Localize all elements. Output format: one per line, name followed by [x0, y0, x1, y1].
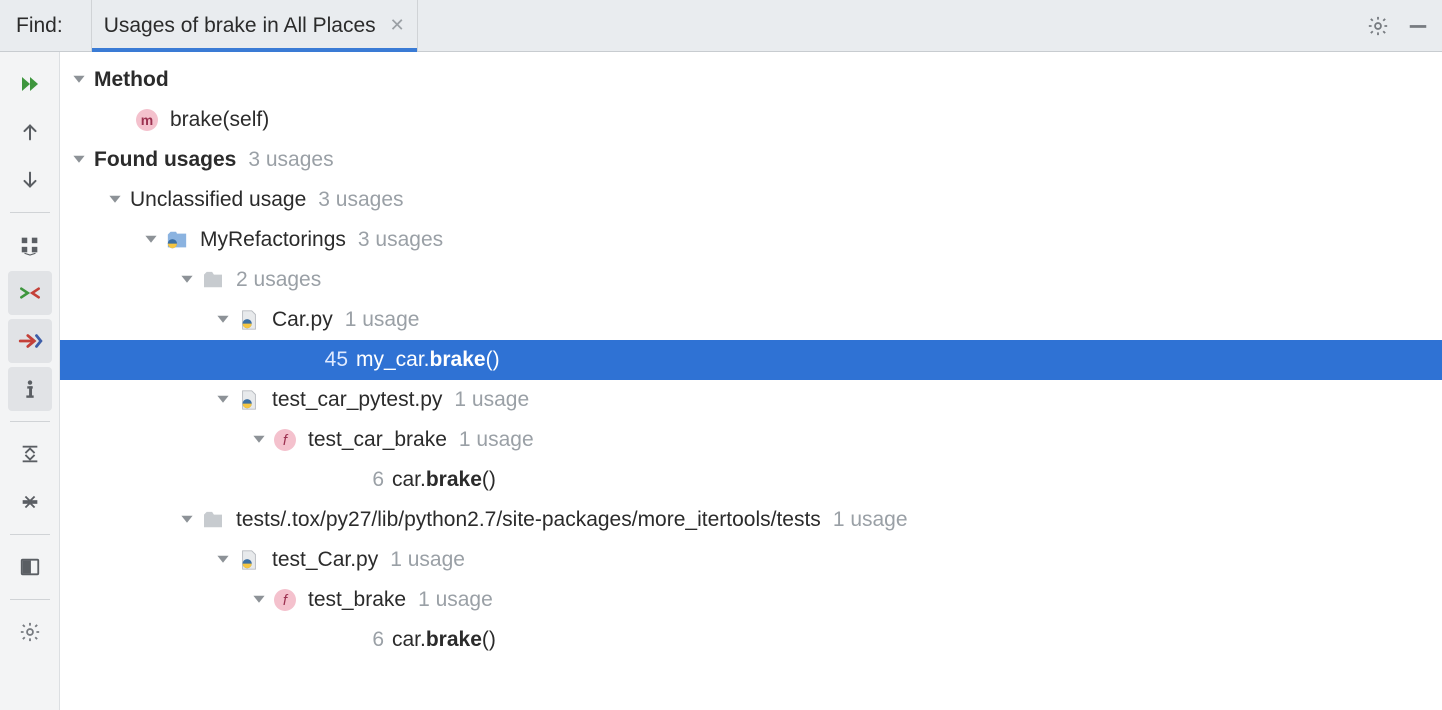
code-post: (): [482, 468, 496, 491]
close-icon[interactable]: ✕: [390, 15, 405, 36]
info-button[interactable]: [8, 367, 52, 411]
code-match: brake: [426, 468, 482, 491]
tree-node-usage[interactable]: 6 car.brake(): [60, 460, 1442, 500]
group-by-button[interactable]: [8, 223, 52, 267]
function-icon: f: [274, 589, 296, 611]
line-number: 45: [308, 348, 348, 372]
find-label: Find:: [16, 14, 63, 38]
collapse-all-button[interactable]: [8, 480, 52, 524]
prev-occurrence-button[interactable]: [8, 110, 52, 154]
usage-count: 1 usage: [833, 508, 908, 532]
node-label: Car.py: [272, 308, 333, 332]
chevron-down-icon[interactable]: [178, 271, 196, 289]
next-occurrence-button[interactable]: [8, 158, 52, 202]
usage-count: 1 usage: [418, 588, 493, 612]
section-heading: Method: [94, 68, 169, 92]
code-snippet: my_car.brake(): [356, 348, 500, 372]
code-match: brake: [426, 628, 482, 651]
node-label: tests/.tox/py27/lib/python2.7/site-packa…: [236, 508, 821, 532]
chevron-down-icon[interactable]: [70, 151, 88, 169]
tree-section-found-usages[interactable]: Found usages 3 usages: [60, 140, 1442, 180]
folder-icon: [202, 509, 224, 531]
usage-count: 3 usages: [248, 148, 333, 172]
tree-node-method[interactable]: m brake(self): [60, 100, 1442, 140]
usage-count: 2 usages: [236, 268, 321, 292]
code-pre: my_car.: [356, 348, 430, 371]
code-pre: car.: [392, 468, 426, 491]
python-file-icon: [238, 389, 260, 411]
python-file-icon: [238, 549, 260, 571]
node-label: Unclassified usage: [130, 188, 306, 212]
tree-node-project[interactable]: MyRefactorings 3 usages: [60, 220, 1442, 260]
usage-count: 1 usage: [454, 388, 529, 412]
gear-icon[interactable]: [1364, 12, 1392, 40]
line-number: 6: [344, 628, 384, 652]
usage-count: 1 usage: [345, 308, 420, 332]
function-icon: f: [274, 429, 296, 451]
tree-node-usage[interactable]: 45 my_car.brake(): [60, 340, 1442, 380]
chevron-down-icon[interactable]: [250, 591, 268, 609]
section-heading: Found usages: [94, 148, 236, 172]
chevron-down-icon[interactable]: [214, 391, 232, 409]
chevron-down-icon[interactable]: [250, 431, 268, 449]
merge-usages-button[interactable]: [8, 271, 52, 315]
code-snippet: car.brake(): [392, 628, 496, 652]
node-label: test_car_pytest.py: [272, 388, 442, 412]
chevron-down-icon[interactable]: [142, 231, 160, 249]
usage-count: 1 usage: [390, 548, 465, 572]
chevron-down-icon[interactable]: [106, 191, 124, 209]
tree-node-folder[interactable]: 2 usages: [60, 260, 1442, 300]
line-number: 6: [344, 468, 384, 492]
chevron-down-icon[interactable]: [70, 71, 88, 89]
preview-button[interactable]: [8, 545, 52, 589]
code-match: brake: [430, 348, 486, 371]
node-label: test_brake: [308, 588, 406, 612]
node-label: MyRefactorings: [200, 228, 346, 252]
tab-title: Usages of brake in All Places: [104, 14, 376, 38]
tree-node-usage[interactable]: 6 car.brake(): [60, 620, 1442, 660]
node-label: test_Car.py: [272, 548, 378, 572]
folder-icon: [202, 269, 224, 291]
expand-all-button[interactable]: [8, 432, 52, 476]
tree-node-file[interactable]: test_car_pytest.py 1 usage: [60, 380, 1442, 420]
python-project-icon: [166, 229, 188, 251]
usage-count: 1 usage: [459, 428, 534, 452]
find-panel-header: Find: Usages of brake in All Places ✕: [0, 0, 1442, 52]
toolstrip: [0, 52, 60, 710]
method-signature: brake(self): [170, 108, 269, 132]
code-post: (): [482, 628, 496, 651]
code-post: (): [486, 348, 500, 371]
minimize-icon[interactable]: [1404, 12, 1432, 40]
usage-tree[interactable]: Method m brake(self) Found usages 3 usag…: [60, 52, 1442, 710]
rerun-button[interactable]: [8, 62, 52, 106]
tab-usages[interactable]: Usages of brake in All Places ✕: [91, 0, 418, 51]
usage-count: 3 usages: [358, 228, 443, 252]
code-snippet: car.brake(): [392, 468, 496, 492]
import-dep-button[interactable]: [8, 319, 52, 363]
tree-node-function[interactable]: f test_brake 1 usage: [60, 580, 1442, 620]
method-icon: m: [136, 109, 158, 131]
tree-node-file[interactable]: test_Car.py 1 usage: [60, 540, 1442, 580]
chevron-down-icon[interactable]: [178, 511, 196, 529]
tree-node-function[interactable]: f test_car_brake 1 usage: [60, 420, 1442, 460]
chevron-down-icon[interactable]: [214, 311, 232, 329]
usage-count: 3 usages: [318, 188, 403, 212]
tabs: Usages of brake in All Places ✕: [91, 0, 418, 51]
python-file-icon: [238, 309, 260, 331]
settings-button[interactable]: [8, 610, 52, 654]
chevron-down-icon[interactable]: [214, 551, 232, 569]
tree-node-file[interactable]: Car.py 1 usage: [60, 300, 1442, 340]
code-pre: car.: [392, 628, 426, 651]
node-label: test_car_brake: [308, 428, 447, 452]
tree-section-method[interactable]: Method: [60, 60, 1442, 100]
tree-node-folder[interactable]: tests/.tox/py27/lib/python2.7/site-packa…: [60, 500, 1442, 540]
tree-node-unclassified[interactable]: Unclassified usage 3 usages: [60, 180, 1442, 220]
